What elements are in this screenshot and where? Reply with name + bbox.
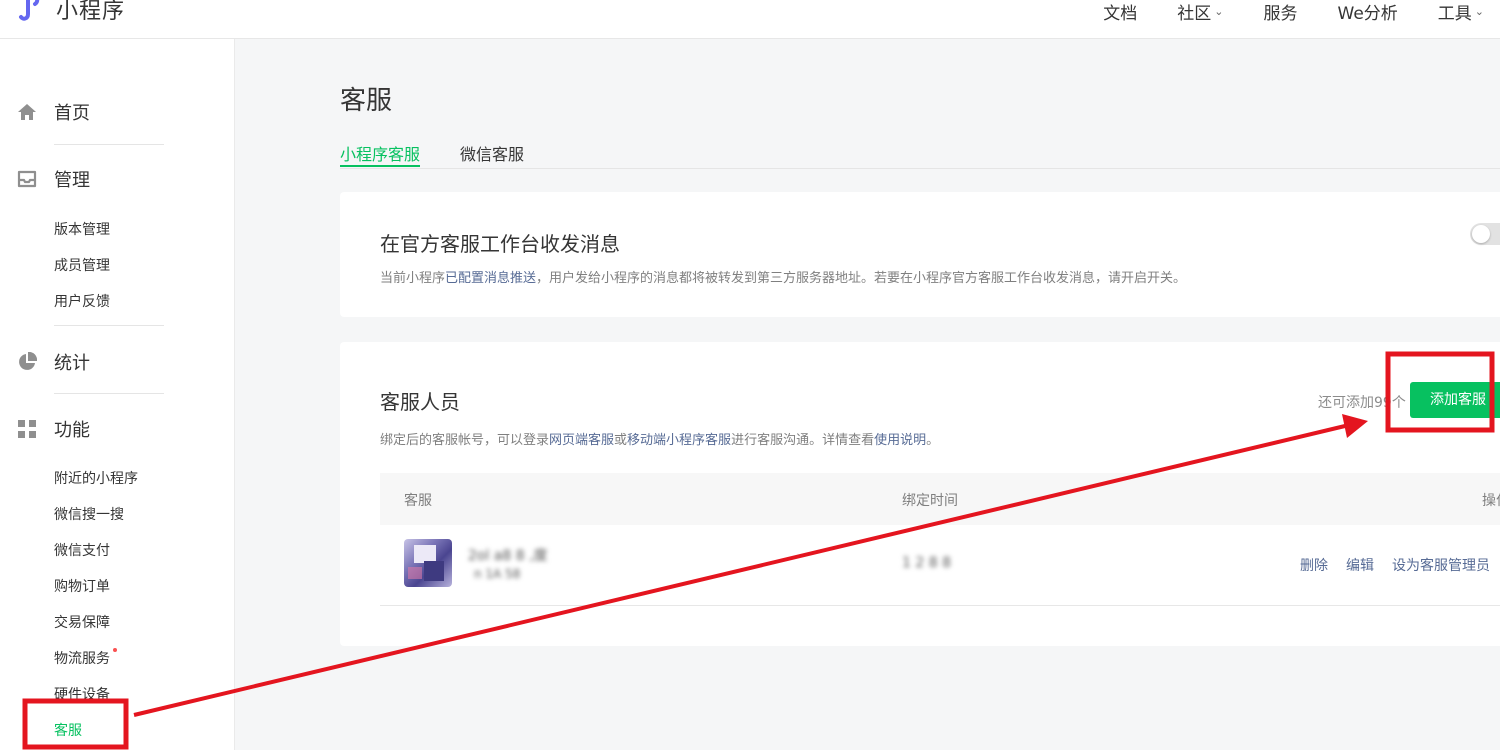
workbench-title: 在官方客服工作台收发消息: [380, 232, 620, 256]
toggle-knob: [1472, 225, 1490, 243]
sidebar-divider: [54, 393, 164, 394]
sidebar-divider: [54, 325, 164, 326]
staff-title: 客服人员: [380, 390, 460, 414]
notification-dot: [113, 648, 117, 652]
nav-we-analytics[interactable]: We分析: [1338, 0, 1398, 24]
top-nav: 文档 社区 ⌄ 服务 We分析 工具 ⌄: [1063, 0, 1500, 24]
page-title: 客服: [340, 86, 393, 116]
tab-mini-program-cs[interactable]: 小程序客服: [340, 141, 420, 165]
set-admin-button[interactable]: 设为客服管理员: [1392, 555, 1490, 575]
sidebar-section-features[interactable]: 功能: [16, 416, 90, 442]
web-cs-link[interactable]: 网页端客服: [549, 433, 614, 448]
nav-services[interactable]: 服务: [1264, 0, 1298, 24]
remaining-quota: 还可添加99个: [1318, 395, 1406, 411]
chevron-down-icon: ⌄: [1214, 4, 1224, 18]
table-row: 2ol a8 8 ,度 n 1A 58 1 2 8 8 删除 编辑 设为客服管理…: [380, 525, 1500, 606]
sidebar-item-version-management[interactable]: 版本管理: [54, 219, 110, 239]
sidebar: 首页 管理 版本管理 成员管理 用户反馈 统计 功能 附近的小程序 微信搜一搜 …: [0, 39, 235, 750]
sidebar-section-statistics[interactable]: 统计: [16, 349, 90, 375]
bind-time: 1 2 8 8: [902, 555, 951, 571]
mini-program-logo-icon: [19, 0, 40, 21]
sidebar-item-wechat-search[interactable]: 微信搜一搜: [54, 504, 124, 524]
home-icon: [16, 101, 38, 123]
sidebar-section-home[interactable]: 首页: [16, 99, 90, 125]
grid-icon: [16, 418, 38, 440]
staff-account: n 1A 58: [474, 567, 521, 581]
sidebar-item-wechat-pay[interactable]: 微信支付: [54, 540, 110, 560]
edit-button[interactable]: 编辑: [1346, 555, 1374, 575]
row-actions: 删除 编辑 设为客服管理员: [1300, 555, 1490, 575]
nav-tools[interactable]: 工具 ⌄: [1438, 0, 1484, 24]
top-bar: 小程序 文档 社区 ⌄ 服务 We分析 工具 ⌄: [0, 0, 1500, 39]
nav-docs[interactable]: 文档: [1103, 0, 1137, 24]
message-push-link[interactable]: 已配置消息推送: [445, 271, 536, 286]
sidebar-section-manage[interactable]: 管理: [16, 166, 90, 192]
workbench-toggle[interactable]: [1470, 223, 1500, 245]
sidebar-item-logistics[interactable]: 物流服务: [54, 648, 117, 668]
nav-community[interactable]: 社区 ⌄: [1177, 0, 1223, 24]
pie-chart-icon: [16, 351, 38, 373]
staff-table-header: 客服 绑定时间 操作: [380, 473, 1500, 525]
column-bind-time: 绑定时间: [902, 493, 958, 509]
sidebar-item-customer-service[interactable]: 客服: [54, 720, 82, 740]
mobile-cs-link[interactable]: 移动端小程序客服: [627, 433, 731, 448]
staff-card: 客服人员 还可添加99个 添加客服 绑定后的客服帐号，可以登录网页端客服或移动端…: [340, 342, 1500, 646]
tab-bar: 小程序客服 微信客服: [340, 132, 1500, 169]
sidebar-item-shopping-orders[interactable]: 购物订单: [54, 576, 110, 596]
add-staff-button[interactable]: 添加客服: [1410, 382, 1500, 418]
active-tab-indicator: [340, 165, 420, 167]
staff-description: 绑定后的客服帐号，可以登录网页端客服或移动端小程序客服进行客服沟通。详情查看使用…: [380, 433, 940, 448]
sidebar-item-trade-guarantee[interactable]: 交易保障: [54, 612, 110, 632]
usage-guide-link[interactable]: 使用说明: [874, 433, 926, 448]
sidebar-item-nearby-mini-programs[interactable]: 附近的小程序: [54, 468, 138, 488]
delete-button[interactable]: 删除: [1300, 555, 1328, 575]
sidebar-item-member-management[interactable]: 成员管理: [54, 255, 110, 275]
workbench-description: 当前小程序已配置消息推送，用户发给小程序的消息都将被转发到第三方服务器地址。若要…: [380, 271, 1187, 286]
logo[interactable]: 小程序: [16, 0, 125, 26]
sidebar-divider: [54, 144, 164, 145]
avatar: [404, 539, 452, 587]
staff-name: 2ol a8 8 ,度: [468, 548, 548, 564]
column-staff: 客服: [404, 493, 432, 509]
brand-name: 小程序: [56, 0, 126, 24]
official-workbench-card: 在官方客服工作台收发消息 当前小程序已配置消息推送，用户发给小程序的消息都将被转…: [340, 192, 1500, 317]
sidebar-item-user-feedback[interactable]: 用户反馈: [54, 291, 110, 311]
inbox-icon: [16, 168, 38, 190]
chevron-down-icon: ⌄: [1474, 4, 1484, 18]
column-actions: 操作: [1482, 493, 1500, 509]
sidebar-item-hardware[interactable]: 硬件设备: [54, 684, 110, 704]
tab-wechat-cs[interactable]: 微信客服: [460, 141, 524, 165]
